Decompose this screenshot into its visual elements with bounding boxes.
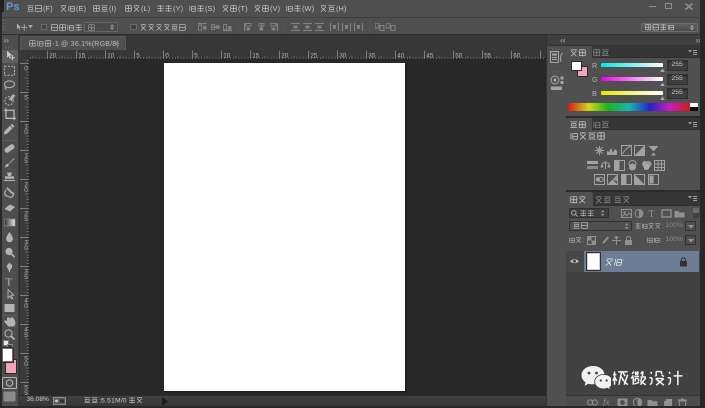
- svg-text:R: R: [592, 61, 597, 70]
- svg-text:): ): [277, 4, 279, 13]
- svg-text:): ): [113, 4, 115, 13]
- svg-text:20: 20: [49, 52, 57, 59]
- svg-text:): ): [213, 4, 215, 13]
- svg-text:0: 0: [24, 303, 28, 310]
- svg-text:10: 10: [223, 52, 231, 59]
- svg-text:20: 20: [281, 52, 289, 59]
- svg-text:G: G: [592, 75, 598, 84]
- svg-text:T: T: [649, 209, 655, 219]
- svg-text:0: 0: [24, 65, 28, 72]
- svg-text::: :: [582, 237, 584, 244]
- svg-text:15: 15: [252, 52, 260, 59]
- svg-text:5: 5: [24, 216, 28, 223]
- svg-text:35: 35: [368, 52, 376, 59]
- svg-text:5: 5: [24, 332, 28, 339]
- svg-text:): ): [181, 4, 183, 13]
- svg-text:60: 60: [513, 52, 521, 59]
- svg-text:55: 55: [484, 52, 492, 59]
- svg-text::: :: [661, 223, 663, 230]
- svg-text:50: 50: [455, 52, 463, 59]
- svg-text:0: 0: [24, 245, 28, 252]
- svg-text:0: 0: [24, 129, 28, 136]
- svg-text:5: 5: [24, 94, 28, 101]
- svg-text:0: 0: [24, 361, 28, 368]
- svg-text:5: 5: [136, 52, 140, 59]
- svg-text:): ): [147, 4, 149, 13]
- svg-text:): ): [312, 4, 314, 13]
- svg-text:): ): [344, 4, 346, 13]
- svg-text:fx: fx: [603, 397, 610, 407]
- svg-text:B: B: [592, 89, 597, 98]
- svg-text:0: 0: [165, 52, 169, 59]
- svg-text:15: 15: [78, 52, 86, 59]
- svg-text:5: 5: [24, 274, 28, 281]
- svg-text:45: 45: [426, 52, 434, 59]
- svg-text:): ): [84, 4, 86, 13]
- svg-text:0: 0: [24, 187, 28, 194]
- svg-text:10: 10: [107, 52, 115, 59]
- svg-text:30: 30: [339, 52, 347, 59]
- svg-text:5: 5: [24, 158, 28, 165]
- svg-text:25: 25: [310, 52, 318, 59]
- svg-text:40: 40: [397, 52, 405, 59]
- svg-text:1: 1: [55, 39, 59, 47]
- svg-text:G: G: [100, 39, 106, 47]
- svg-text:W: W: [305, 4, 312, 13]
- svg-text::: :: [660, 237, 662, 244]
- svg-text:5: 5: [194, 52, 198, 59]
- svg-text:@: @: [61, 39, 68, 47]
- svg-text:T: T: [6, 277, 13, 289]
- svg-text:): ): [245, 4, 247, 13]
- svg-text:0: 0: [123, 398, 127, 405]
- svg-text:): ): [50, 4, 52, 13]
